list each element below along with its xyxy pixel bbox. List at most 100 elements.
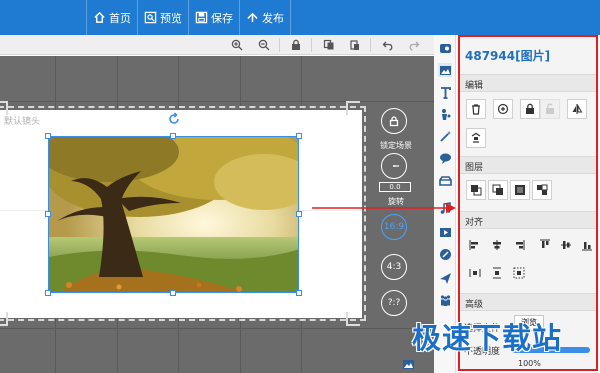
grid-line [0, 328, 434, 329]
character-tool[interactable] [438, 107, 452, 121]
home-icon [94, 11, 105, 23]
flip-horizontal-button[interactable] [567, 99, 587, 119]
prop-tool[interactable] [438, 173, 452, 187]
align-middle-v-button[interactable] [559, 238, 573, 252]
resize-handle-nw[interactable] [45, 133, 51, 139]
toolbar-divider [279, 38, 280, 52]
send-backward-icon [515, 185, 525, 195]
ratio-16-9-button[interactable]: 16:9 [381, 214, 407, 240]
delete-button[interactable] [466, 99, 486, 119]
frame-corner [0, 312, 8, 326]
lock-button[interactable] [289, 38, 303, 52]
send-backward-button[interactable] [510, 180, 530, 200]
lock-icon [526, 103, 534, 114]
zoom-in-button[interactable] [230, 38, 244, 52]
home-button[interactable]: 首页 [87, 0, 137, 35]
send-to-back-button[interactable] [532, 180, 552, 200]
frame-corner [0, 101, 8, 115]
preview-icon [144, 11, 157, 24]
align-right-icon [516, 240, 525, 250]
rotate-dial[interactable] [381, 153, 407, 179]
distribute-v-button[interactable] [490, 266, 504, 280]
site-watermark: 极速下载站 [412, 315, 600, 373]
home-label: 首页 [109, 11, 131, 25]
ratio-4-3-button[interactable]: 4:3 [381, 254, 407, 280]
video-tool[interactable] [438, 225, 452, 239]
save-label: 保存 [211, 11, 233, 25]
tree-photo [49, 137, 298, 292]
paste-icon [350, 40, 359, 50]
speech-bubble-tool[interactable] [438, 151, 452, 165]
group-tool[interactable] [438, 293, 452, 307]
align-top-button[interactable] [538, 238, 552, 252]
selected-image[interactable] [48, 136, 299, 293]
zoom-out-icon [258, 39, 270, 51]
bring-to-front-button[interactable] [466, 180, 486, 200]
app-root: 首页 预览 保存 发布 默认镜头 锁定场景 0.0 旋转 16:9 4:3 ?:… [0, 0, 600, 373]
unlock-element-button[interactable] [540, 99, 560, 119]
zoom-in-icon [231, 39, 243, 51]
trash-icon [472, 104, 480, 115]
center-on-stage-button[interactable] [512, 266, 526, 280]
crop-icon [471, 132, 481, 143]
paint-tool[interactable] [438, 247, 452, 261]
bring-forward-button[interactable] [488, 180, 508, 200]
undo-button[interactable] [381, 38, 395, 52]
top-bar: 首页 预览 保存 发布 [0, 0, 600, 35]
save-button[interactable]: 保存 [189, 0, 239, 35]
frame-corner [346, 312, 360, 326]
redo-button[interactable] [407, 38, 421, 52]
center-icon [513, 267, 525, 279]
resize-handle-e[interactable] [296, 211, 302, 217]
image-tool[interactable] [438, 63, 452, 77]
align-middle-icon [561, 241, 571, 249]
rotate-handle-icon[interactable] [167, 112, 181, 126]
bring-front-icon [471, 185, 482, 196]
resize-handle-sw[interactable] [45, 290, 51, 296]
prop-icon [438, 175, 452, 186]
watermark-text: 极速下载站 [412, 321, 563, 355]
character-icon [441, 108, 450, 120]
flip-icon [572, 104, 583, 114]
lock-scene-button[interactable] [381, 108, 407, 134]
top-nav-divider [290, 0, 291, 35]
toolbar-divider [370, 38, 371, 52]
image-icon [439, 65, 451, 75]
align-left-button[interactable] [468, 238, 482, 252]
effect-tool[interactable] [438, 129, 452, 143]
section-align: 对齐 [460, 211, 596, 229]
align-bottom-button[interactable] [580, 238, 594, 252]
publish-button[interactable]: 发布 [240, 0, 290, 35]
replace-icon [497, 103, 509, 115]
ratio-custom-button[interactable]: ?:? [381, 290, 407, 316]
copy-button[interactable] [322, 38, 336, 52]
resize-handle-se[interactable] [296, 290, 302, 296]
copy-icon [323, 39, 334, 50]
distribute-vertical-icon [493, 267, 501, 279]
preview-button[interactable]: 预览 [138, 0, 188, 35]
resize-handle-w[interactable] [45, 211, 51, 217]
align-center-h-button[interactable] [490, 238, 504, 252]
resize-handle-ne[interactable] [296, 133, 302, 139]
background-tool[interactable] [438, 41, 452, 55]
paint-icon [439, 248, 451, 260]
resize-handle-s[interactable] [170, 290, 176, 296]
zoom-out-button[interactable] [257, 38, 271, 52]
plane-tool[interactable] [438, 271, 452, 285]
publish-label: 发布 [262, 11, 284, 25]
align-top-icon [540, 239, 550, 248]
publish-icon [247, 12, 258, 23]
section-layer: 图层 [460, 156, 596, 174]
lock-element-button[interactable] [520, 99, 540, 119]
resize-handle-n[interactable] [170, 133, 176, 139]
paste-button[interactable] [348, 38, 362, 52]
frame-corner [346, 101, 360, 115]
replace-button[interactable] [493, 99, 513, 119]
distribute-h-button[interactable] [468, 266, 482, 280]
text-tool[interactable] [438, 85, 452, 99]
crop-button[interactable] [466, 128, 486, 148]
top-nav: 首页 预览 保存 发布 [86, 0, 291, 35]
rotate-value-input[interactable]: 0.0 [379, 182, 411, 192]
align-right-button[interactable] [512, 238, 526, 252]
undo-icon [382, 41, 393, 51]
